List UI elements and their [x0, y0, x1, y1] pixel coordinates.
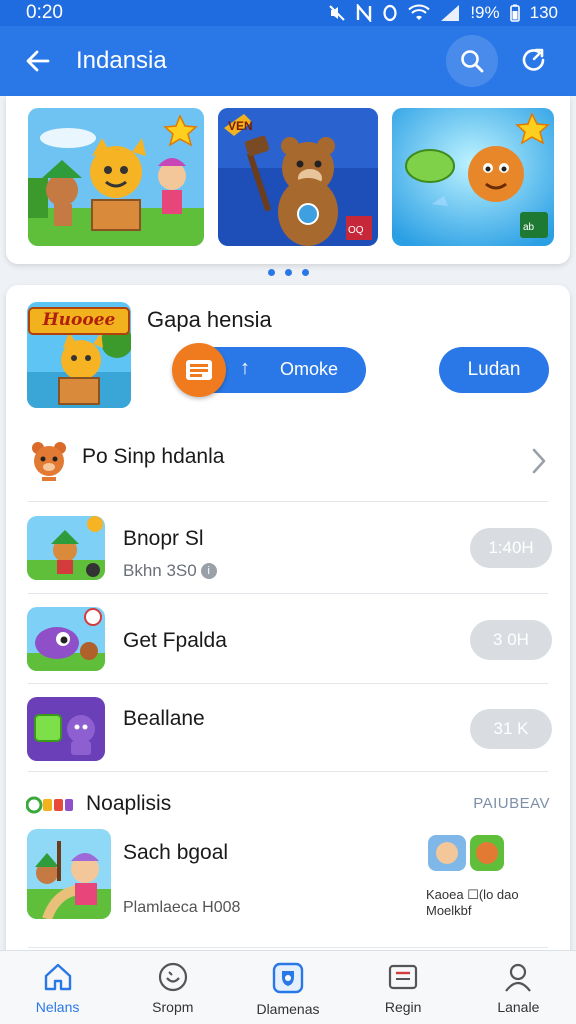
featured-game-thumbnail[interactable]: Huooee: [27, 302, 131, 408]
banner-bear-hammer[interactable]: VEN OQ: [218, 108, 378, 246]
primary-action-label: Omoke: [280, 359, 339, 379]
search-button[interactable]: [446, 35, 498, 87]
page-title: Indansia: [76, 47, 167, 74]
game-subtitle: Bkhn 3S0 i: [123, 561, 217, 581]
person-icon: [505, 963, 532, 992]
divider: [28, 771, 548, 772]
mute-icon: [328, 4, 346, 22]
featured-game-title: Gapa hensia: [147, 307, 272, 332]
featured-item-subtitle: Plamlaeca H008: [123, 899, 241, 916]
game-name: Get Fpalda: [123, 629, 227, 652]
up-arrow-icon: ↑: [240, 357, 250, 379]
divider: [28, 501, 548, 502]
back-arrow-icon: [26, 50, 50, 72]
shield-icon: [272, 962, 304, 994]
info-icon: i: [200, 563, 217, 579]
inbox-icon: [389, 964, 418, 990]
refresh-button[interactable]: [508, 35, 560, 87]
status-icons: !9% 130: [328, 3, 558, 23]
app-bar: Indansia: [0, 26, 576, 96]
game-list-item[interactable]: Bnopr Sl Bkhn 3S0 i 1:40H: [6, 503, 570, 593]
featured-thumb-text: Huooee: [42, 310, 116, 330]
divider: [28, 593, 548, 594]
search-icon: [461, 50, 484, 73]
side-thumbnails: [426, 833, 546, 883]
signal-text: 130: [529, 3, 558, 22]
time-pill[interactable]: 1:40H: [470, 528, 552, 568]
nav-item-profile[interactable]: Lanale: [461, 951, 576, 1024]
link-row[interactable]: Po Sinp hdanla: [6, 425, 570, 501]
home-icon: [44, 963, 71, 991]
nav-label: Regin: [384, 999, 422, 1015]
svg-text:OQ: OQ: [348, 225, 364, 236]
list-icon: [186, 360, 212, 380]
nav-label: Sropm: [152, 999, 194, 1015]
battery-text: !9%: [470, 3, 500, 22]
nav-label: Lanale: [497, 999, 540, 1015]
game-name: Bnopr Sl: [123, 527, 204, 550]
secondary-action-button[interactable]: Ludan: [439, 347, 549, 393]
svg-text:VEN: VEN: [228, 119, 253, 133]
game-thumbnail: [27, 516, 105, 580]
divider: [28, 947, 548, 948]
featured-list-item[interactable]: Sach bgoal Plamlaeca H008 Kaoea ☐(lo dao…: [6, 825, 570, 935]
section-see-all-link[interactable]: PAIUBEAV: [473, 795, 550, 812]
list-button[interactable]: [172, 343, 226, 397]
section-logo-icon: [26, 796, 73, 814]
smile-icon: [158, 962, 187, 992]
carousel-dots: [0, 264, 576, 280]
banner-characters-forest[interactable]: [28, 108, 204, 246]
game-thumbnail: [27, 829, 111, 919]
game-thumbnail: [27, 697, 105, 761]
carousel-dot[interactable]: [301, 268, 309, 276]
banner-carousel: VEN OQ ab: [6, 96, 570, 264]
nav-item-games[interactable]: Sropm: [115, 951, 230, 1024]
section-header: Noaplisis PAIUBEAV: [6, 785, 570, 825]
featured-item-name: Sach bgoal: [123, 841, 229, 864]
game-name: Beallane: [123, 707, 205, 730]
status-bar: 0:20 !9% 130: [0, 0, 576, 26]
side-subtitle: Moelkbf: [426, 903, 472, 918]
game-thumbnail: [27, 607, 105, 671]
game-list-item[interactable]: Beallane 31 K: [6, 685, 570, 775]
nfc-icon: [356, 4, 372, 22]
bear-face-icon: [32, 442, 66, 481]
nav-item-region[interactable]: Regin: [346, 951, 461, 1024]
section-title: Noaplisis: [86, 792, 172, 815]
bottom-navigation: Nelans Sropm Dlamenas Regin Lanale: [0, 950, 576, 1024]
game-subtitle-text: Bkhn 3S0: [123, 561, 197, 580]
banner-cookie-character[interactable]: ab: [392, 108, 554, 246]
carousel-dot[interactable]: [284, 268, 292, 276]
game-list-item[interactable]: Get Fpalda 3 0H: [6, 595, 570, 685]
battery-icon: [509, 4, 520, 22]
link-row-label: Po Sinp hdanla: [82, 445, 225, 468]
main-card: Huooee Gapa hensia ↑ Omoke Ludan Po Sinp…: [6, 285, 570, 965]
back-button[interactable]: [0, 26, 76, 96]
wifi-icon: [408, 4, 431, 22]
svg-text:ab: ab: [523, 222, 535, 233]
nav-item-diamonds[interactable]: Dlamenas: [230, 951, 345, 1024]
side-caption: Kaoea ☐(lo dao: [426, 887, 519, 902]
nav-label: Nelans: [35, 999, 80, 1015]
status-time: 0:20: [26, 2, 63, 23]
divider: [28, 683, 548, 684]
signal-icon: [440, 4, 460, 22]
carousel-dot[interactable]: [267, 268, 275, 276]
nav-item-home[interactable]: Nelans: [0, 951, 115, 1024]
chevron-right-icon: [532, 448, 546, 474]
time-pill[interactable]: 3 0H: [470, 620, 552, 660]
nav-label: Dlamenas: [256, 1001, 320, 1017]
refresh-icon: [522, 48, 545, 71]
time-pill[interactable]: 31 K: [470, 709, 552, 749]
sync-icon: [382, 4, 398, 22]
